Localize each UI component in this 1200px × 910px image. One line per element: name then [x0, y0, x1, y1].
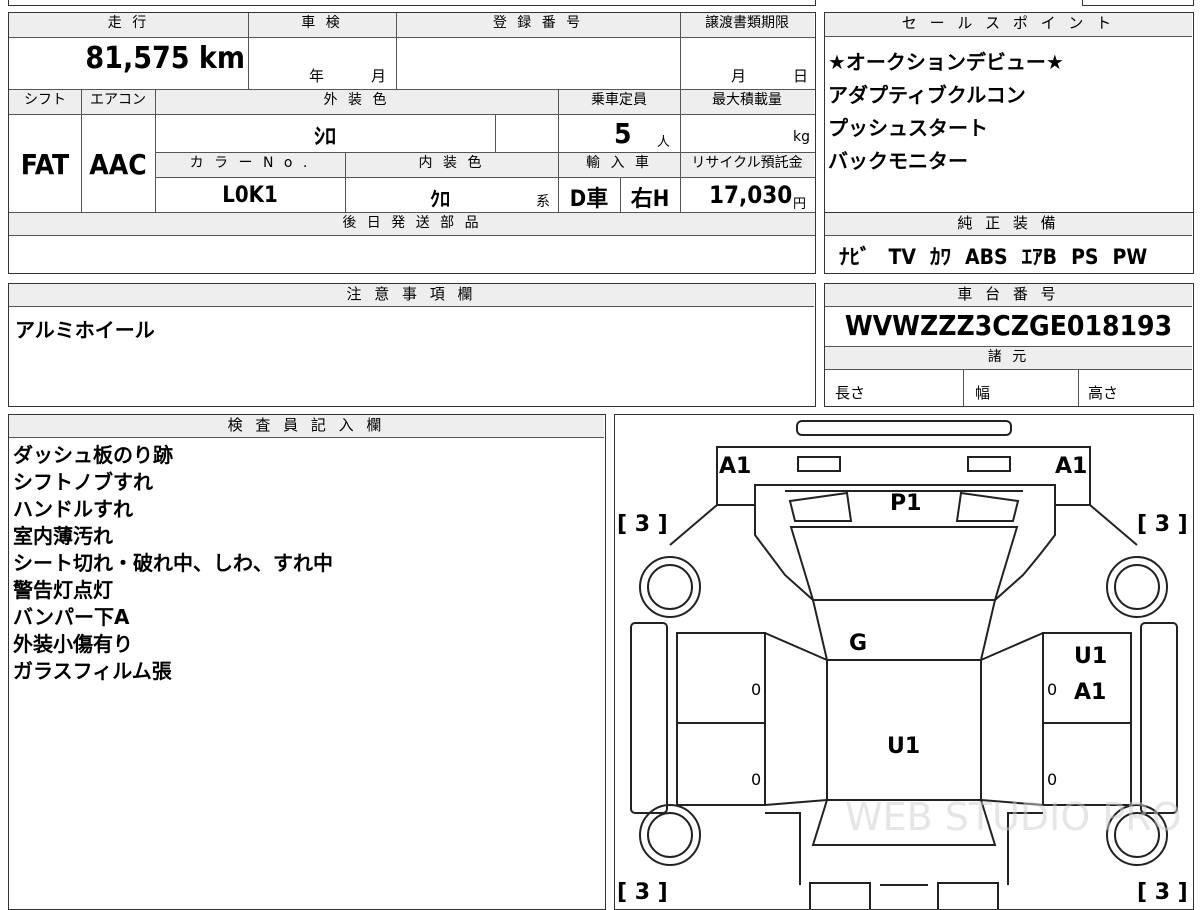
capacity-unit: 人 — [657, 135, 671, 150]
header-load: 最大積載量 — [680, 90, 814, 114]
dims-header: 諸 元 — [825, 347, 1192, 369]
header-exterior: 外 装 色 — [155, 90, 558, 114]
interior-suffix: 系 — [536, 194, 550, 210]
header-capacity: 乗車定員 — [558, 90, 680, 114]
header-interior: 内 装 色 — [345, 153, 558, 177]
dims-length: 長さ — [835, 384, 866, 402]
tire-depth-label: [ 3 ] — [617, 512, 668, 537]
notes-header: 注 意 事 項 欄 — [9, 284, 814, 307]
inspection-year: 年 — [309, 67, 325, 85]
inspector-header: 検 査 員 記 入 欄 — [9, 415, 604, 438]
sales-point-item: プッシュスタート — [828, 116, 988, 140]
top-strip — [8, 0, 816, 6]
sales-points-box: セ ー ル ス ポ イ ン ト ★オークションデビュー★ アダプティブクルコン … — [824, 12, 1194, 213]
header-color-no: カ ラ ー N o . — [155, 153, 345, 177]
inspector-list: ダッシュ板のり跡 シフトノブすれ ハンドルすれ 室内薄汚れ シート切れ・破れ中、… — [13, 442, 333, 685]
equipment-item: ABS — [965, 245, 1008, 269]
equipment-box: 純 正 装 備 ﾅﾋﾞ TV ｶﾜ ABS ｴｱB PS PW — [824, 212, 1194, 274]
deadline-day: 日 — [793, 67, 809, 85]
mileage-value: 81,575 km — [85, 41, 245, 76]
watermark: WEB STUDIO PRO — [845, 795, 1182, 839]
inspector-item: シフトノブすれ — [13, 470, 153, 494]
inspection-month: 月 — [371, 67, 387, 85]
tire-depth-label: [ 3 ] — [1137, 880, 1188, 905]
sales-point-item: バックモニター — [828, 149, 968, 173]
inspector-box: 検 査 員 記 入 欄 ダッシュ板のり跡 シフトノブすれ ハンドルすれ 室内薄汚… — [8, 414, 606, 910]
recycle-value: 17,030 — [709, 181, 793, 209]
load-unit: kg — [793, 129, 810, 145]
damage-label: P1 — [890, 491, 921, 516]
header-aircon: エアコン — [81, 90, 155, 114]
inspector-item: 警告灯点灯 — [13, 578, 113, 602]
dims-height: 高さ — [1088, 384, 1119, 402]
equipment-item: ﾅﾋﾞ — [839, 245, 871, 269]
inspector-item: シート切れ・破れ中、しわ、すれ中 — [13, 551, 333, 575]
equipment-item: TV — [888, 245, 917, 269]
damage-label: A1 — [719, 454, 751, 479]
equipment-item: PW — [1112, 245, 1148, 269]
inspector-item: ダッシュ板のり跡 — [13, 443, 173, 467]
header-later-parts: 後 日 発 送 部 品 — [9, 213, 815, 235]
handle-side: 右H — [630, 187, 670, 212]
header-inspection: 車 検 — [248, 13, 396, 37]
header-shift: シフト — [9, 90, 81, 114]
deadline-month: 月 — [731, 67, 747, 85]
tire-depth-label: [ 3 ] — [1137, 512, 1188, 537]
header-registration: 登 録 番 号 — [396, 13, 680, 37]
aircon-value: AAC — [89, 148, 147, 181]
inspector-item: バンパー下A — [13, 605, 130, 629]
inspector-item: ガラスフィルム張 — [13, 659, 172, 683]
interior-value: ｸﾛ — [430, 187, 450, 211]
inspector-item: 室内薄汚れ — [13, 524, 113, 548]
import-type: D車 — [569, 187, 609, 212]
equipment-item: ｴｱB — [1021, 245, 1058, 269]
sales-points-header: セ ー ル ス ポ イ ン ト — [825, 13, 1192, 37]
recycle-unit: 円 — [793, 197, 807, 212]
notes-box: 注 意 事 項 欄 アルミホイール — [8, 283, 816, 407]
sales-point-item: アダプティブクルコン — [828, 83, 1026, 107]
damage-label: U1 — [1074, 644, 1107, 669]
header-deadline: 譲渡書類期限 — [680, 13, 814, 37]
exterior-value: ｼﾛ — [313, 125, 336, 150]
panel-value: 0 — [1047, 680, 1057, 699]
equipment-item: PS — [1071, 245, 1099, 269]
vehicle-info-table: 走 行 車 検 登 録 番 号 譲渡書類期限 81,575 km 年 月 月 日… — [8, 12, 816, 274]
damage-label: A1 — [1074, 680, 1106, 705]
panel-value: 0 — [1047, 770, 1057, 789]
equipment-item: ｶﾜ — [930, 245, 952, 269]
notes-text: アルミホイール — [15, 318, 155, 342]
sales-point-item: ★オークションデビュー★ — [828, 50, 1064, 74]
header-recycle: リサイクル預託金 — [680, 153, 814, 177]
chassis-box: 車 台 番 号 WVWZZZ3CZGE018193 諸 元 長さ 幅 高さ — [824, 283, 1194, 407]
damage-label: G — [849, 631, 867, 656]
shift-value: FAT — [20, 148, 70, 181]
panel-value: 0 — [751, 770, 761, 789]
capacity-value: 5 — [614, 117, 632, 150]
inspector-item: 外装小傷有り — [13, 632, 133, 656]
equipment-list: ﾅﾋﾞ TV ｶﾜ ABS ｴｱB PS PW — [839, 241, 1147, 271]
inspector-item: ハンドルすれ — [13, 497, 133, 521]
color-no-value: L0K1 — [222, 183, 278, 208]
header-mileage: 走 行 — [9, 13, 248, 37]
damage-label: U1 — [887, 734, 920, 759]
top-strip-right — [1082, 0, 1194, 6]
chassis-header: 車 台 番 号 — [825, 284, 1192, 307]
car-diagram: A1 A1 P1 G U1 A1 U1 [ 3 ] [ 3 ] [ 3 ] [ … — [617, 420, 1188, 909]
header-import: 輸 入 車 — [558, 153, 680, 177]
chassis-number: WVWZZZ3CZGE018193 — [844, 309, 1173, 342]
panel-value: 0 — [751, 680, 761, 699]
sales-points-list: ★オークションデビュー★ アダプティブクルコン プッシュスタート バックモニター — [828, 46, 1064, 178]
tire-depth-label: [ 3 ] — [617, 880, 668, 905]
damage-label: A1 — [1055, 454, 1087, 479]
equipment-header: 純 正 装 備 — [825, 213, 1192, 236]
car-diagram-box: A1 A1 P1 G U1 A1 U1 [ 3 ] [ 3 ] [ 3 ] [ … — [614, 414, 1194, 910]
dims-width: 幅 — [975, 384, 991, 402]
